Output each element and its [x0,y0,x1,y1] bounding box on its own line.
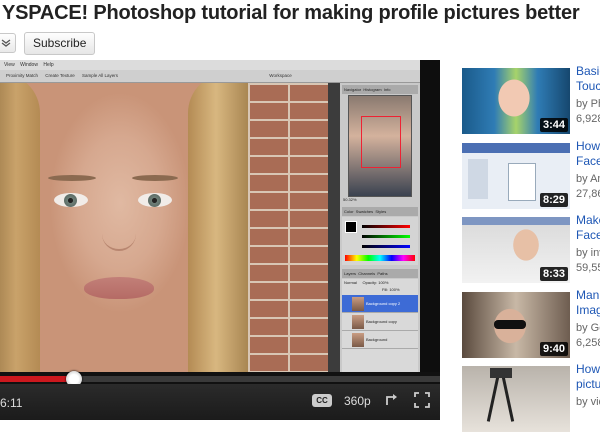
layer-tabs: Layers Channels Paths [342,269,418,278]
video-thumbnail[interactable]: 8:29 [462,143,570,209]
video-title-link[interactable]: Imag [576,303,600,318]
thumbnail-tripod [486,372,501,422]
related-video-item[interactable]: 9:40 Mani Imag by Go 6,258 [460,288,600,358]
layer-row: Background copy [342,313,418,331]
quality-button[interactable]: 360p [344,394,371,408]
video-uploader: by Ph [576,98,600,110]
navigator-thumbnail [348,95,412,197]
video-thumbnail[interactable]: 8:33 [462,217,570,283]
layer-thumbnail [352,333,364,347]
related-video-item[interactable]: 8:33 Make Face by inv 59,55 [460,213,600,283]
lips [84,277,154,299]
layer-row: Background [342,331,418,349]
video-uploader: by An [576,173,600,185]
thumbnail-tripod [500,372,515,422]
video-views: 27,86 [576,188,600,200]
video-uploader: by Go [576,322,600,334]
ps-menu-window: Window [20,62,38,68]
video-title-link[interactable]: Face [576,228,600,243]
progress-played [0,376,75,382]
hair-right [188,83,248,372]
layers-panel: Normal Opacity: 100% Fill: 100% Backgrou… [342,279,418,372]
red-slider [362,225,410,228]
subscription-options-button[interactable] [0,33,16,53]
thumbnail-sunglasses [494,320,526,329]
video-uploader: by inv [576,247,600,259]
video-views: 59,55 [576,262,600,274]
video-title: YSPACE! Photoshop tutorial for making pr… [2,2,580,24]
thumbnail-panel [468,159,488,199]
video-letterbox [420,60,440,372]
video-title-link[interactable]: How [576,362,600,377]
video-title-link[interactable]: pictu [576,377,600,392]
color-tabs: Color Swatches Styles [342,207,418,216]
photoshop-toolbar [328,83,340,372]
video-thumbnail[interactable]: 3:44 [462,68,570,134]
blue-slider [362,245,410,248]
spectrum-bar [345,255,415,261]
layer-fill: Fill: 100% [382,287,400,292]
thumbnail-camera [490,368,512,378]
captions-button[interactable]: CC [312,394,332,407]
popout-icon[interactable] [384,392,400,408]
ps-menu-view: View [4,62,15,68]
ps-option-proximity: Proximity Match [6,73,39,78]
ps-option-sample: Sample All Layers [81,73,119,78]
ps-workspace: Workspace [269,73,292,78]
related-video-item[interactable]: 3:44 Basic Touc by Ph 6,928 [460,64,600,134]
nose [102,233,136,251]
video-title-link[interactable]: How [576,139,600,154]
related-video-item[interactable]: 8:29 How Face by An 27,86 [460,139,600,209]
brick-wall-background [248,83,328,372]
photoshop-menubar: View Window Help [0,60,440,70]
video-duration: 3:44 [539,118,568,132]
video-title-link[interactable]: Mani [576,288,600,303]
green-slider [362,235,410,238]
layer-thumbnail [352,315,364,329]
right-eye [138,193,172,207]
layer-row: Background copy 2 [342,295,418,313]
video-thumbnail[interactable] [462,366,570,432]
layer-mode: Normal Opacity: 100% [344,280,389,285]
subscribe-button[interactable]: Subscribe [24,32,96,55]
thumbnail-panel [508,163,536,201]
video-uploader: by vid [576,396,600,408]
video-duration: 9:40 [539,342,568,356]
left-eye [54,193,88,207]
chevron-down-icon [1,39,11,47]
left-eyebrow [48,175,96,181]
color-panel [342,217,418,265]
video-views: 6,928 [576,113,600,125]
photoshop-panels: Navigator Histogram Info 50.32% Color Sw… [340,83,420,372]
navigator-tabs: Navigator Histogram Info [342,85,418,94]
zoom-level: 50.32% [343,197,357,202]
ps-menu-help: Help [43,62,54,68]
color-swatch [345,221,357,233]
video-player[interactable]: View Window Help Proximity Match Create … [0,60,440,420]
video-title-link[interactable]: Make [576,213,600,228]
video-duration: 8:29 [539,193,568,207]
video-frame[interactable]: View Window Help Proximity Match Create … [0,60,440,372]
video-duration: 8:33 [539,267,568,281]
related-video-item[interactable]: How pictu by vid [460,362,600,432]
player-controls: 6:11 CC 360p [0,384,440,420]
portrait-image [0,83,248,372]
video-views: 6,258 [576,337,600,349]
video-title-link[interactable]: Basic [576,64,600,79]
video-title-link[interactable]: Face [576,154,600,169]
right-eyebrow [132,175,178,181]
fullscreen-icon[interactable] [414,392,430,408]
hair-left [0,83,40,372]
video-thumbnail[interactable]: 9:40 [462,292,570,358]
ps-option-texture: Create Texture [45,73,75,78]
layer-thumbnail [352,297,364,311]
video-title-link[interactable]: Touc [576,79,600,94]
photoshop-options-bar: Proximity Match Create Texture Sample Al… [0,70,440,83]
thumbnail-panel [462,217,570,225]
current-time: 6:11 [0,396,23,410]
